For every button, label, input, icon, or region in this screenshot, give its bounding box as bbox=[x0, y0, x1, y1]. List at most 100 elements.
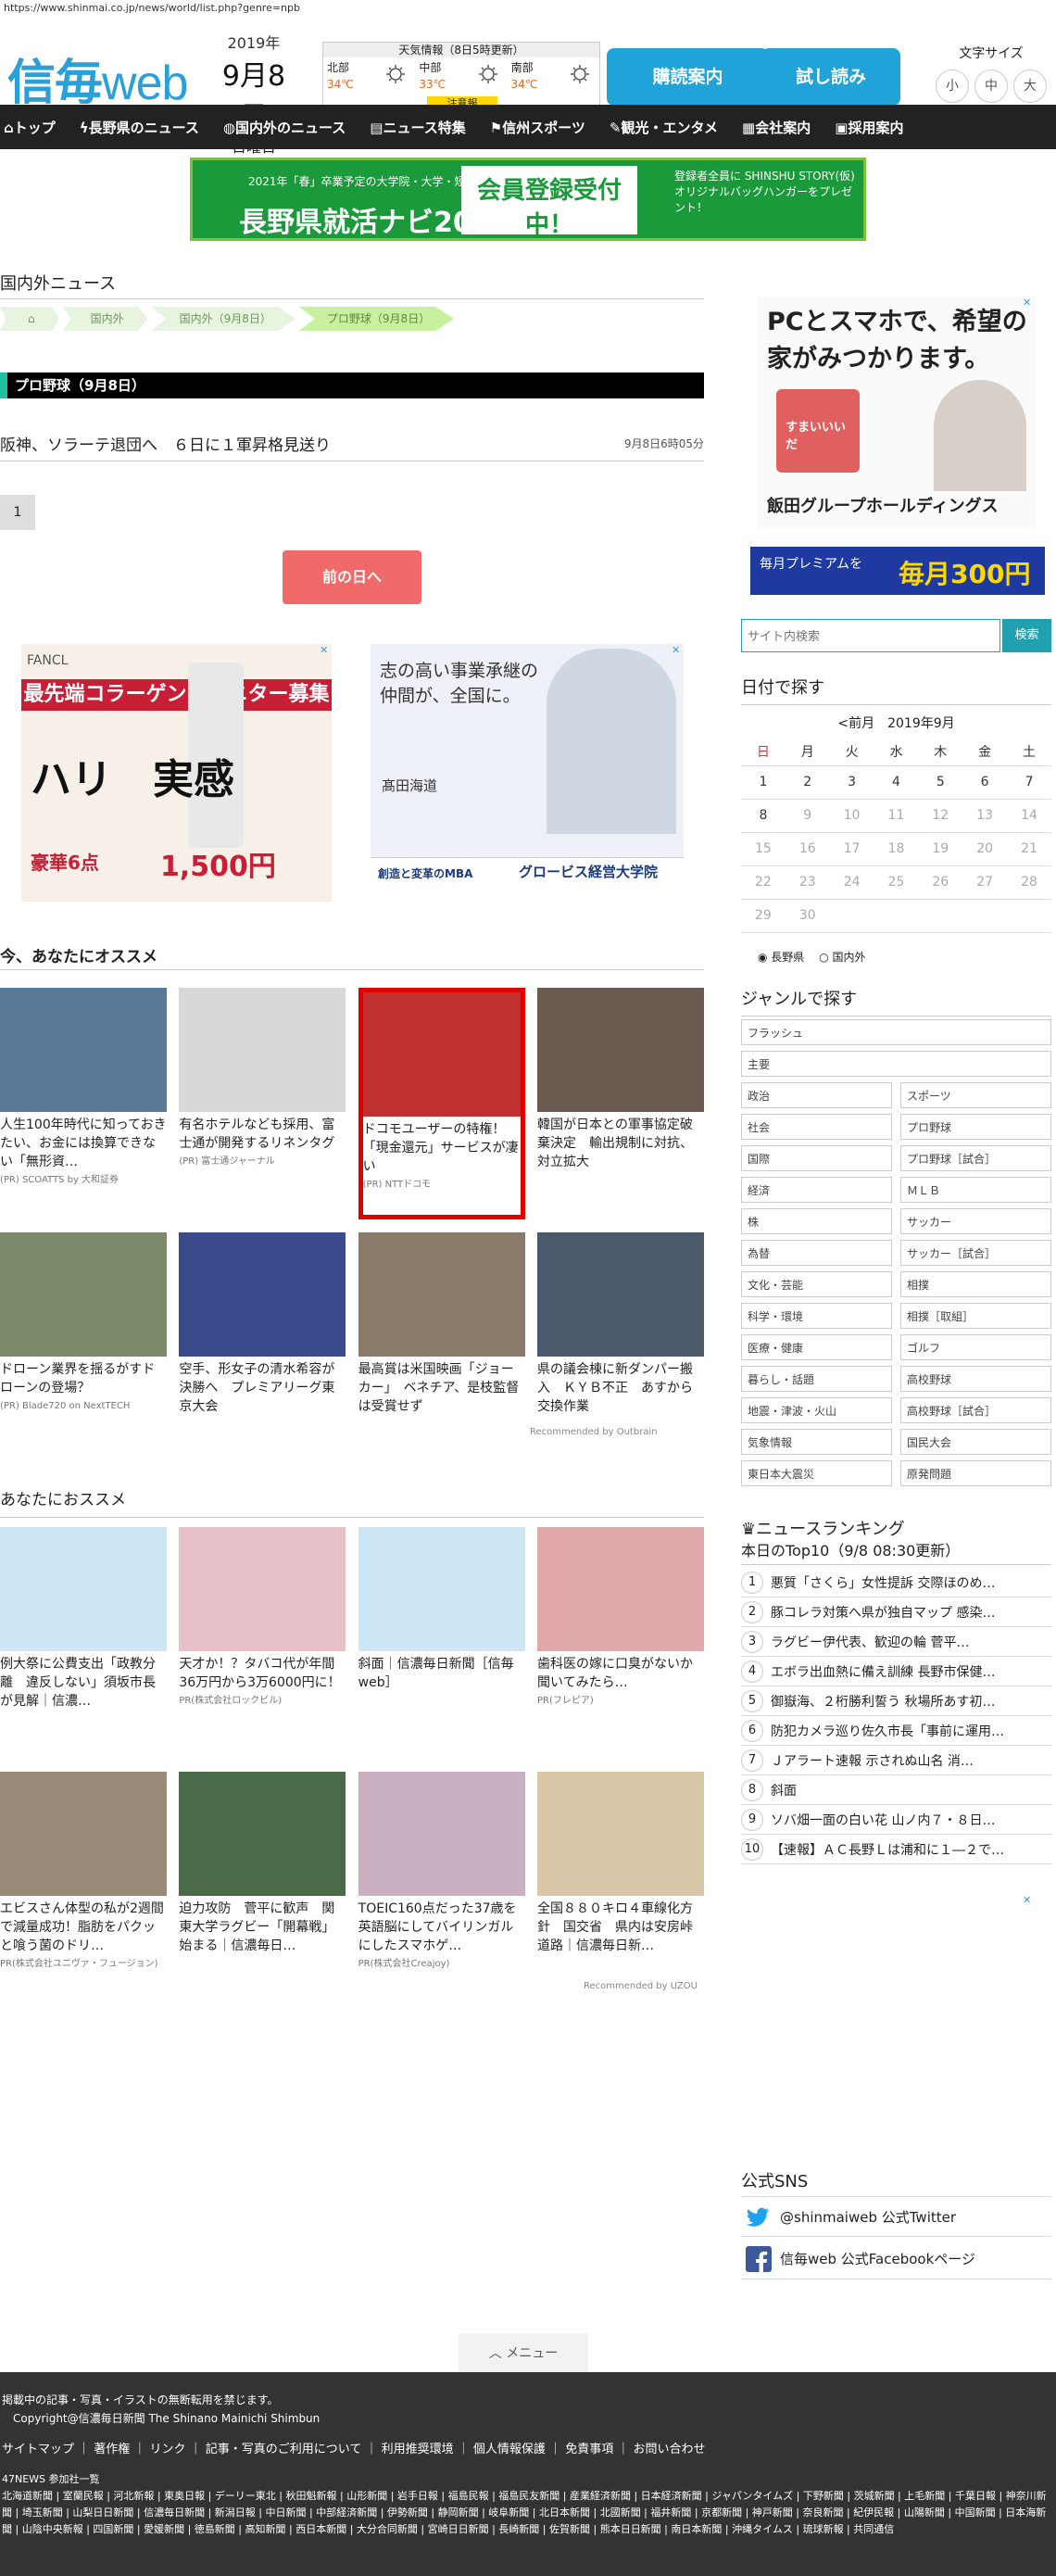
calendar-day[interactable]: 6 bbox=[962, 765, 1008, 800]
ad-choices-icon[interactable]: ✕ bbox=[672, 644, 688, 657]
genre-item[interactable]: 原発問題 bbox=[900, 1460, 1051, 1486]
genre-item[interactable]: サッカー［試合］ bbox=[900, 1240, 1051, 1266]
recruit-banner-ad[interactable]: 2021年「春」卒業予定の大学院・大学・短大・高専・専門学校生のための 長野県就… bbox=[190, 158, 866, 241]
genre-item[interactable]: ゴルフ bbox=[900, 1334, 1051, 1360]
nav-item-world[interactable]: ◍国内外のニュース bbox=[223, 118, 346, 137]
recommend-card[interactable]: 天才か！？タバコ代が年間36万円から3万6000円に！ PR(株式会社ロックビル) bbox=[179, 1527, 346, 1759]
nav-item-recruit[interactable]: ▣採用案内 bbox=[835, 118, 903, 137]
breadcrumb-item[interactable]: 国内外 bbox=[62, 307, 148, 331]
radio-nagano[interactable]: ◉ 長野県 bbox=[758, 951, 804, 964]
calendar-day[interactable]: 4 bbox=[874, 765, 919, 800]
genre-item[interactable]: 国民大会 bbox=[900, 1429, 1051, 1455]
genre-item[interactable]: 主要 bbox=[741, 1051, 1051, 1077]
genre-item[interactable]: フラッシュ bbox=[741, 1019, 1051, 1045]
genre-item[interactable]: 政治 bbox=[741, 1082, 892, 1108]
calendar-day[interactable]: 7 bbox=[1007, 765, 1051, 800]
recommend-card[interactable]: TOEIC160点だった37歳を英語脳にしてバイリンガルにしたスマホゲ… PR(株… bbox=[358, 1772, 525, 2003]
nav-item-nagano[interactable]: ϟ長野県のニュース bbox=[80, 118, 199, 137]
ranking-item[interactable]: 7 Ｊアラート速報 示されぬ山名 消… bbox=[741, 1746, 1051, 1775]
font-size-medium-button[interactable]: 中 bbox=[974, 69, 1008, 103]
recommend-card[interactable]: ドコモユーザーの特権！「現金還元」サービスが凄い (PR) NTTドコモ bbox=[358, 988, 525, 1219]
network-members[interactable]: 北海道新聞 | 室蘭民報 | 河北新報 | 東奥日報 | デーリー東北 | 秋田… bbox=[2, 2488, 1049, 2538]
trial-button[interactable]: 試し読み bbox=[761, 48, 900, 106]
genre-item[interactable]: 相撲［取組］ bbox=[900, 1303, 1051, 1329]
calendar-day[interactable]: 1 bbox=[741, 765, 786, 800]
recommend-card[interactable]: 歯科医の嫁に口臭がないか聞いてみたら… PR(フレピア) bbox=[536, 1527, 704, 1759]
recommend-card[interactable]: 有名ホテルなども採用、富士通が開発するリネンタグ (PR) 富士通ジャーナル bbox=[179, 988, 346, 1219]
recommend-card[interactable]: 斜面｜信濃毎日新聞［信毎web］ bbox=[358, 1527, 525, 1759]
recommend-card[interactable]: エビスさん体型の私が2週間で減量成功！脂肪をパクッと喰う菌のドリ… PR(株式会社… bbox=[0, 1772, 167, 2003]
globis-ad[interactable]: 志の高い事業承継の仲間が、全国に。 髙田海道 創造と変革のMBA グロービス経営… bbox=[371, 644, 684, 902]
recommend-card[interactable]: 空手、形女子の清水希容が決勝へ プレミアリーグ東京大会 bbox=[179, 1232, 346, 1464]
calendar-day[interactable]: 8 bbox=[741, 799, 786, 833]
page-number[interactable]: 1 bbox=[0, 495, 35, 530]
font-size-small-button[interactable]: 小 bbox=[936, 69, 969, 103]
ad-choices-icon[interactable]: ✕ bbox=[320, 644, 336, 657]
ranking-item[interactable]: 1 悪質「さくら」女性提訴 交際ほのめ… bbox=[741, 1568, 1051, 1597]
ranking-item[interactable]: 2 豚コレラ対策へ県が独自マップ 感染… bbox=[741, 1597, 1051, 1627]
genre-item[interactable]: 科学・環境 bbox=[741, 1303, 892, 1329]
nav-item-tourism[interactable]: ✎観光・エンタメ bbox=[610, 118, 718, 137]
genre-item[interactable]: 相撲 bbox=[900, 1271, 1051, 1297]
genre-item[interactable]: 高校野球［試合］ bbox=[900, 1397, 1051, 1423]
recommend-card[interactable]: 全国８８０キロ４車線化方針 国交省 県内は安房峠道路｜信濃毎日新… bbox=[536, 1772, 704, 2003]
menu-button[interactable]: ︿ メニュー bbox=[459, 2333, 588, 2374]
recommend-card[interactable]: 韓国が日本との軍事協定破棄決定 輸出規制に対抗、対立拡大 bbox=[536, 988, 704, 1219]
nav-item-company[interactable]: ▦会社案内 bbox=[742, 118, 811, 137]
genre-item[interactable]: 地震・津波・火山 bbox=[741, 1397, 892, 1423]
breadcrumb-home[interactable]: ⌂ bbox=[0, 307, 59, 331]
calendar-day[interactable]: 5 bbox=[918, 765, 963, 800]
nav-item-feature[interactable]: ▤ニュース特集 bbox=[370, 118, 465, 137]
article-title[interactable]: 阪神、ソラーテ退団へ ６日に１軍昇格見送り bbox=[0, 436, 331, 455]
genre-item[interactable]: 気象情報 bbox=[741, 1429, 892, 1455]
uzou-credit[interactable]: Recommended by UZOU bbox=[584, 1981, 698, 1991]
font-size-large-button[interactable]: 大 bbox=[1013, 69, 1047, 103]
site-logo[interactable]: 信毎web bbox=[7, 44, 188, 113]
genre-item[interactable]: スポーツ bbox=[900, 1082, 1051, 1108]
ad-choices-icon[interactable]: ✕ bbox=[1023, 1894, 1039, 1907]
ad-choices-icon[interactable]: ✕ bbox=[1023, 297, 1039, 309]
twitter-link[interactable]: @shinmaiweb 公式Twitter bbox=[741, 2196, 1051, 2237]
genre-item[interactable]: サッカー bbox=[900, 1208, 1051, 1234]
prev-day-button[interactable]: 前の日へ bbox=[283, 550, 421, 604]
calendar-day[interactable]: 2 bbox=[785, 765, 830, 800]
weather-widget[interactable]: 天気情報（8日5時更新） 北部 34℃ 中部 33℃ 南部 34℃ 注意報 bbox=[322, 42, 600, 112]
breadcrumb-item[interactable]: 国内外（9月8日） bbox=[151, 307, 295, 331]
radio-world[interactable]: ○ 国内外 bbox=[819, 951, 865, 964]
nav-item-sports[interactable]: ⚑信州スポーツ bbox=[490, 118, 585, 137]
genre-item[interactable]: プロ野球［試合］ bbox=[900, 1145, 1051, 1171]
genre-item[interactable]: 株 bbox=[741, 1208, 892, 1234]
ranking-item[interactable]: 10 【速報】ＡＣ長野Ｌは浦和に１―２で… bbox=[741, 1835, 1051, 1864]
recommend-card[interactable]: 人生100年時代に知っておきたい、お金には換算できない「無形資… (PR) SCO… bbox=[0, 988, 167, 1219]
outbrain-credit[interactable]: Recommended by Outbrain bbox=[530, 1427, 658, 1437]
recommend-card[interactable]: ドローン業界を揺るがすドローンの登場？ (PR) Blade720 on Next… bbox=[0, 1232, 167, 1464]
calendar-day[interactable]: 3 bbox=[829, 765, 874, 800]
ranking-item[interactable]: 4 エボラ出血熱に備え訓練 長野市保健… bbox=[741, 1657, 1051, 1686]
genre-item[interactable]: 高校野球 bbox=[900, 1366, 1051, 1392]
genre-item[interactable]: 国際 bbox=[741, 1145, 892, 1171]
genre-item[interactable]: ＭＬＢ bbox=[900, 1177, 1051, 1203]
genre-item[interactable]: 医療・健康 bbox=[741, 1334, 892, 1360]
subscribe-button[interactable]: 購読案内 bbox=[607, 48, 769, 106]
footer-links[interactable]: サイトマップ ｜ 著作権 ｜ リンク ｜ 記事・写真のご利用について ｜ 利用推… bbox=[2, 2439, 1056, 2456]
prev-month-link[interactable]: <前月 bbox=[837, 716, 874, 731]
search-button[interactable]: 検索 bbox=[1002, 619, 1051, 652]
ranking-item[interactable]: 3 ラグビー伊代表、歓迎の輪 菅平… bbox=[741, 1627, 1051, 1657]
ranking-item[interactable]: 6 防犯カメラ巡り佐久市長「事前に運用… bbox=[741, 1716, 1051, 1746]
genre-item[interactable]: 経済 bbox=[741, 1177, 892, 1203]
recommend-card[interactable]: 最高賞は米国映画「ジョーカー」 ベネチア、是枝監督は受賞せず bbox=[358, 1232, 525, 1464]
article-row[interactable]: 阪神、ソラーテ退団へ ６日に１軍昇格見送り 9月8日6時05分 bbox=[0, 432, 704, 461]
genre-item[interactable]: プロ野球 bbox=[900, 1114, 1051, 1140]
genre-item[interactable]: 文化・芸能 bbox=[741, 1271, 892, 1297]
recommend-card[interactable]: 迫力攻防 菅平に歓声 関東大学ラグビー「開幕戦」始まる｜信濃毎日… bbox=[179, 1772, 346, 2003]
search-input[interactable] bbox=[741, 619, 1000, 652]
genre-item[interactable]: 為替 bbox=[741, 1240, 892, 1266]
ranking-item[interactable]: 9 ソバ畑一面の白い花 山ノ内７・８日… bbox=[741, 1805, 1051, 1835]
genre-item[interactable]: 暮らし・話題 bbox=[741, 1366, 892, 1392]
ranking-item[interactable]: 8 斜面 bbox=[741, 1775, 1051, 1805]
genre-item[interactable]: 東日本大震災 bbox=[741, 1460, 892, 1486]
sumaiida-ad[interactable]: PCとスマホで、希望の家がみつかります。 すまいいいだ 飯田グループホールディン… bbox=[758, 297, 1036, 528]
facebook-link[interactable]: 信毎web 公式Facebookページ bbox=[741, 2239, 1051, 2279]
ntt-card-ad[interactable]: 毎月プレミアムを 毎月300円 bbox=[750, 547, 1045, 595]
fancl-ad[interactable]: FANCL 最先端コラーゲンのモニター募集 ハリ 実感 1,500円 豪華6点 bbox=[21, 644, 332, 902]
